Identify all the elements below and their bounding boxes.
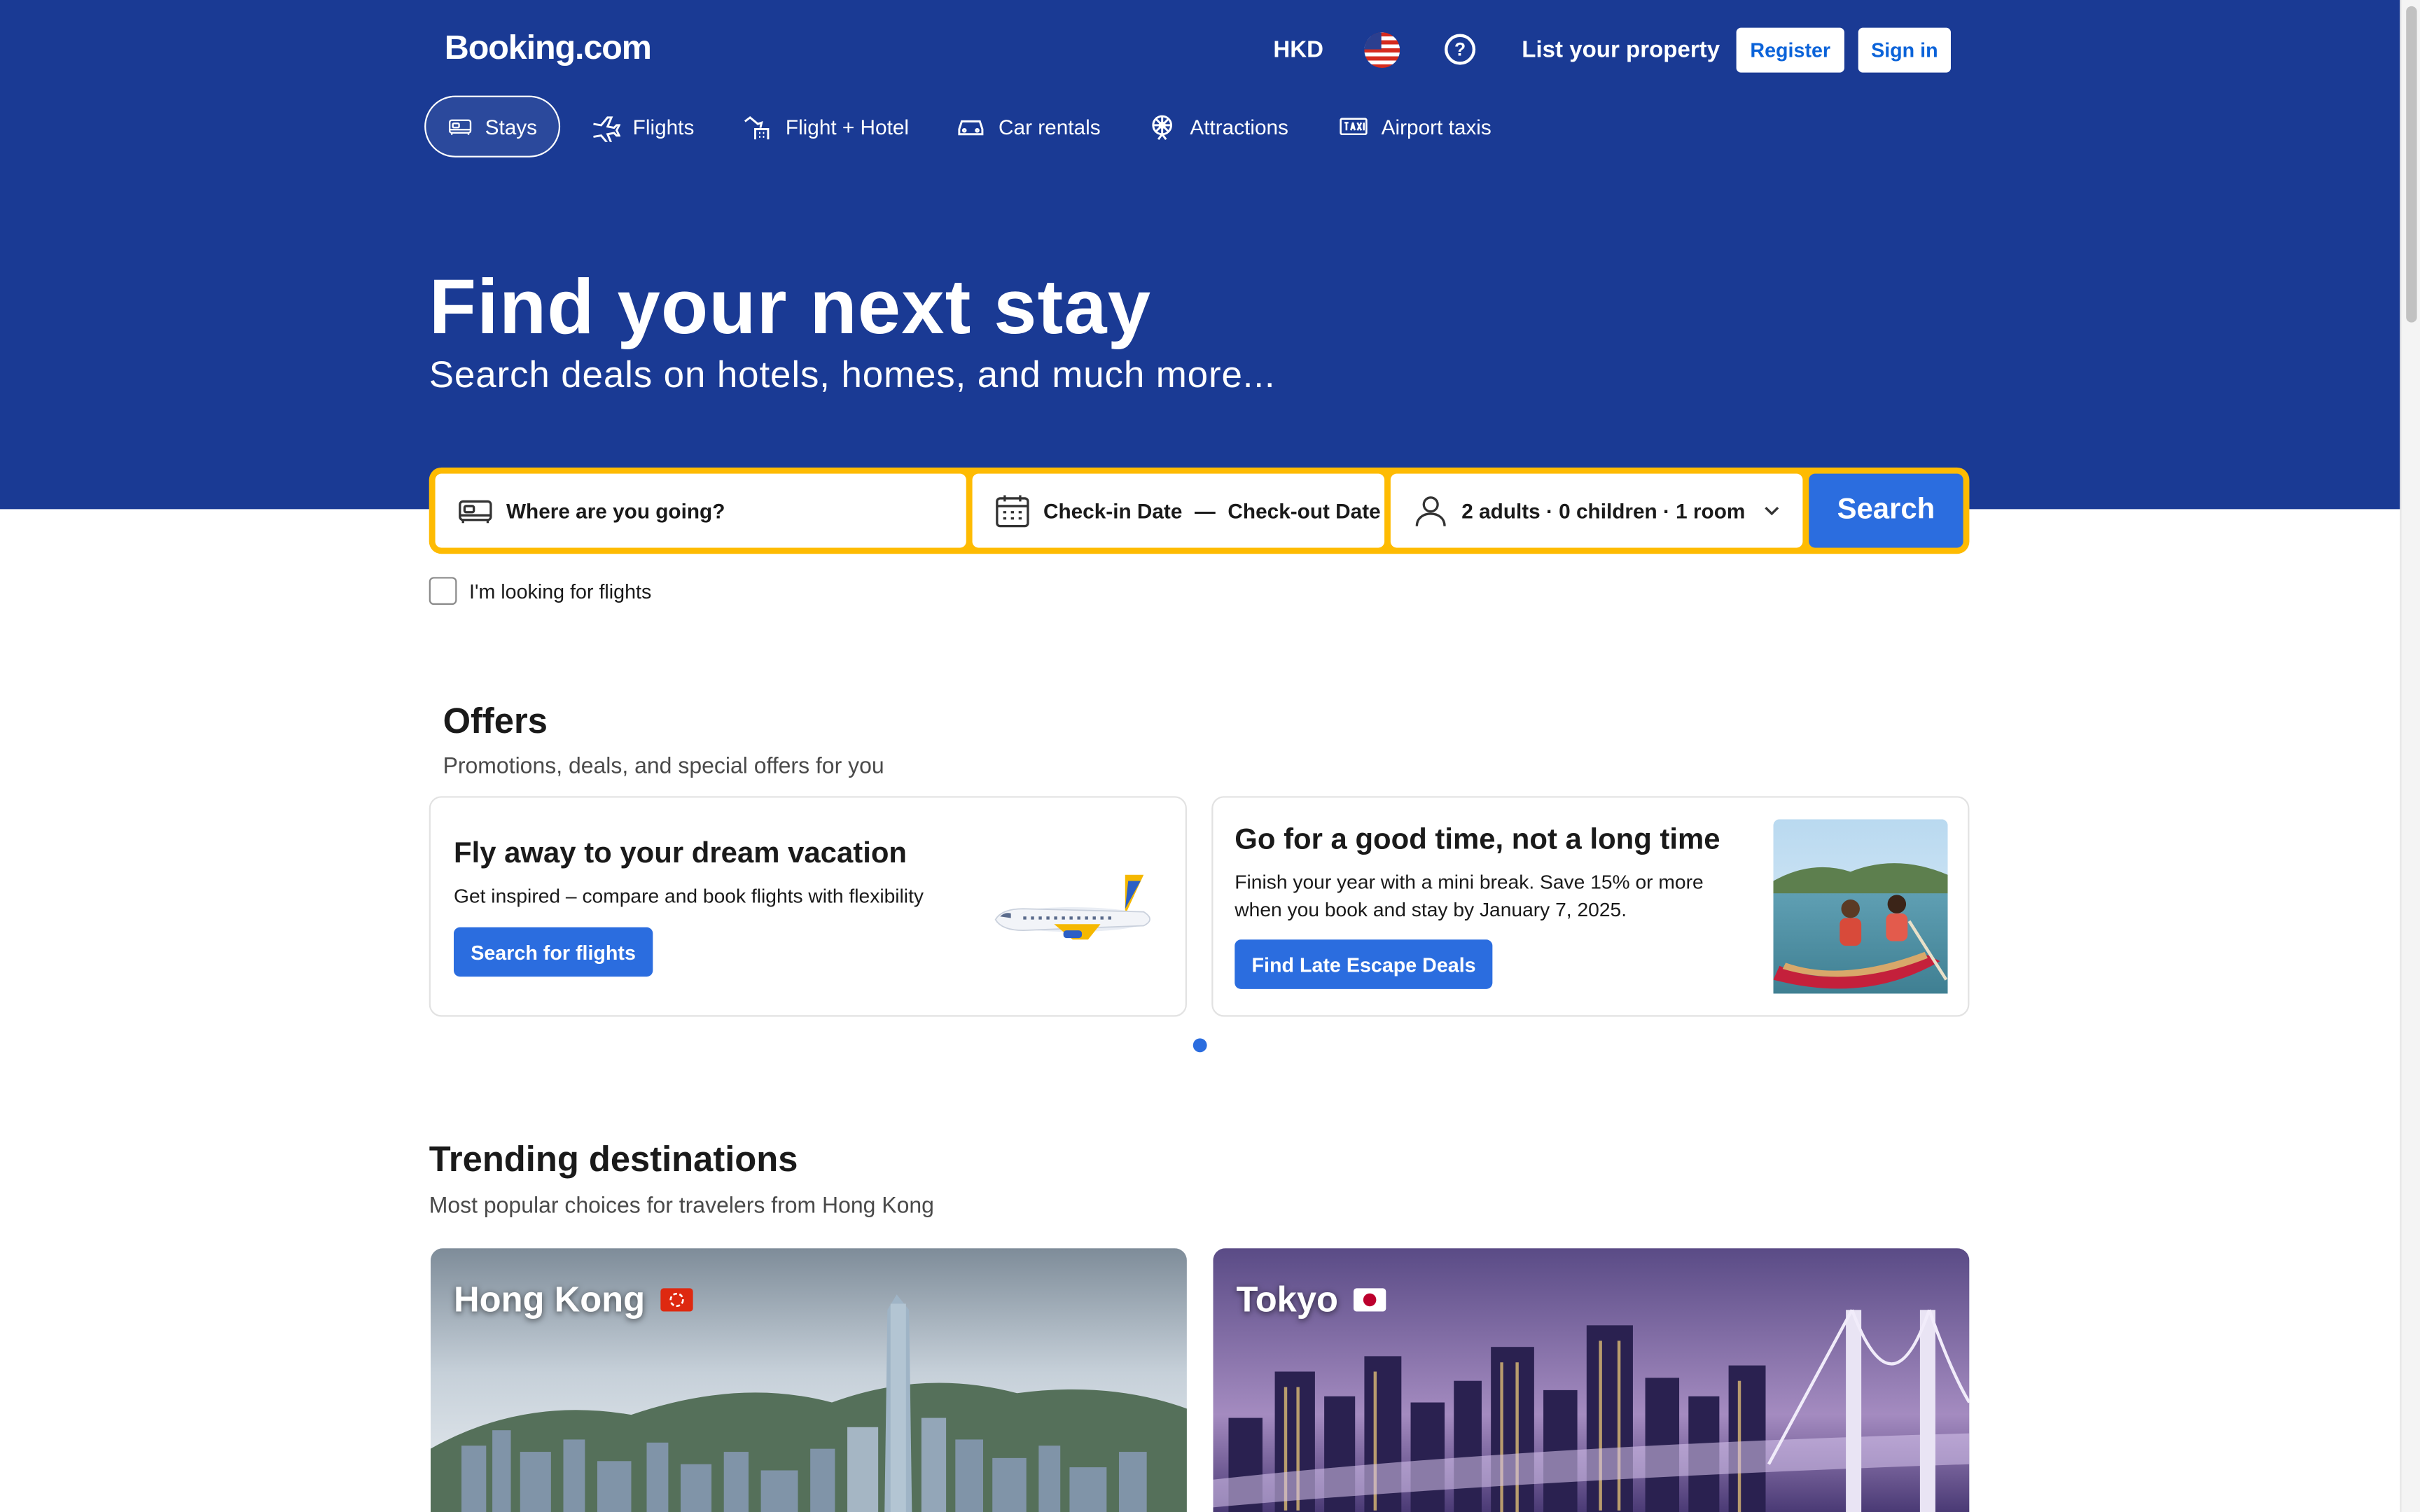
tab-stays[interactable]: Stays [424,95,561,158]
occupancy-selector[interactable]: 2 adults · 0 children · 1 room [1390,473,1803,548]
hero-title: Find your next stay [429,263,1152,351]
airplane-illustration [994,874,1150,940]
destination-label: Hong Kong [454,1279,693,1321]
tab-label: Car rentals [999,115,1101,139]
destination-name: Hong Kong [454,1279,646,1320]
taxi-icon [1340,118,1368,136]
destination-card-hong-kong[interactable]: Hong Kong [430,1248,1187,1512]
flights-checkbox[interactable] [429,577,457,606]
offer-card-late-escape: Go for a good time, not a long time Fini… [1211,796,1970,1017]
checkin-date: Check-in Date [1043,499,1183,523]
checkout-date: Check-out Date [1228,499,1381,523]
destination-name: Tokyo [1236,1279,1339,1320]
us-flag-icon[interactable] [1364,32,1400,68]
offer-title: Fly away to your dream vacation [454,837,908,871]
destination-card-tokyo[interactable]: Tokyo [1213,1248,1970,1512]
trending-subtitle: Most popular choices for travelers from … [429,1194,934,1219]
plane-icon [593,116,621,142]
tab-label: Flight + Hotel [785,115,910,139]
trending-title: Trending destinations [429,1138,798,1179]
offer-text-line2: when you book and stay by January 7, 202… [1235,897,1627,921]
search-button[interactable]: Search [1809,473,1963,548]
occupancy-value: 2 adults · 0 children · 1 room [1461,499,1746,523]
scrollbar-thumb[interactable] [2406,6,2417,323]
hero-subtitle: Search deals on hotels, homes, and much … [429,354,1276,397]
late-escape-deals-button[interactable]: Find Late Escape Deals [1235,939,1493,989]
tab-label: Airport taxis [1381,115,1491,139]
destination-label: Tokyo [1236,1279,1386,1321]
bed-icon [448,119,472,135]
destination-input[interactable]: Where are you going? [435,473,966,548]
car-icon [958,120,984,136]
person-icon [1415,496,1446,526]
tab-label: Attractions [1190,115,1288,139]
offer-text: Get inspired – compare and book flights … [454,883,924,908]
offer-card-flights: Fly away to your dream vacation Get insp… [429,796,1187,1017]
tab-flights[interactable]: Flights [568,96,716,158]
flights-checkbox-label[interactable]: I'm looking for flights [469,580,651,603]
tab-attractions[interactable]: Attractions [1125,96,1310,158]
carousel-dot[interactable] [1192,1038,1207,1053]
tab-flight-hotel[interactable]: Flight + Hotel [721,96,931,158]
register-button[interactable]: Register [1734,26,1847,74]
tab-car-rentals[interactable]: Car rentals [933,96,1122,158]
tab-label: Flights [632,115,695,139]
sign-in-button[interactable]: Sign in [1856,26,1953,74]
flight-hotel-icon [744,116,770,140]
list-property-link[interactable]: List your property [1522,37,1720,63]
chevron-down-icon [1765,506,1779,516]
currency-selector[interactable]: HKD [1273,37,1323,63]
attractions-icon [1152,115,1173,140]
tab-label: Stays [485,115,538,139]
search-flights-button[interactable]: Search for flights [454,927,653,977]
destination-placeholder: Where are you going? [506,499,725,523]
calendar-icon [996,495,1029,528]
date-picker[interactable]: Check-in Date — Check-out Date [972,473,1385,548]
booking-logo[interactable]: Booking.com [445,28,652,68]
hero-banner [0,0,2400,510]
date-separator: — [1195,499,1216,523]
help-icon[interactable]: ? [1445,34,1476,65]
offers-title: Offers [443,700,548,741]
flights-checkbox-row[interactable]: I'm looking for flights [429,577,651,606]
search-bar: Where are you going? Check-in Date — Che… [429,467,1970,554]
hong-kong-flag-icon [660,1288,693,1312]
offers-subtitle: Promotions, deals, and special offers fo… [443,754,884,780]
bed-icon [459,500,492,524]
japan-flag-icon [1354,1288,1386,1312]
page-scrollbar[interactable] [2400,0,2420,1512]
offer-text-line1: Finish your year with a mini break. Save… [1235,870,1704,894]
canoe-photo [1773,819,1948,994]
offer-title: Go for a good time, not a long time [1235,823,1720,857]
tab-airport-taxis[interactable]: Airport taxis [1316,96,1513,158]
